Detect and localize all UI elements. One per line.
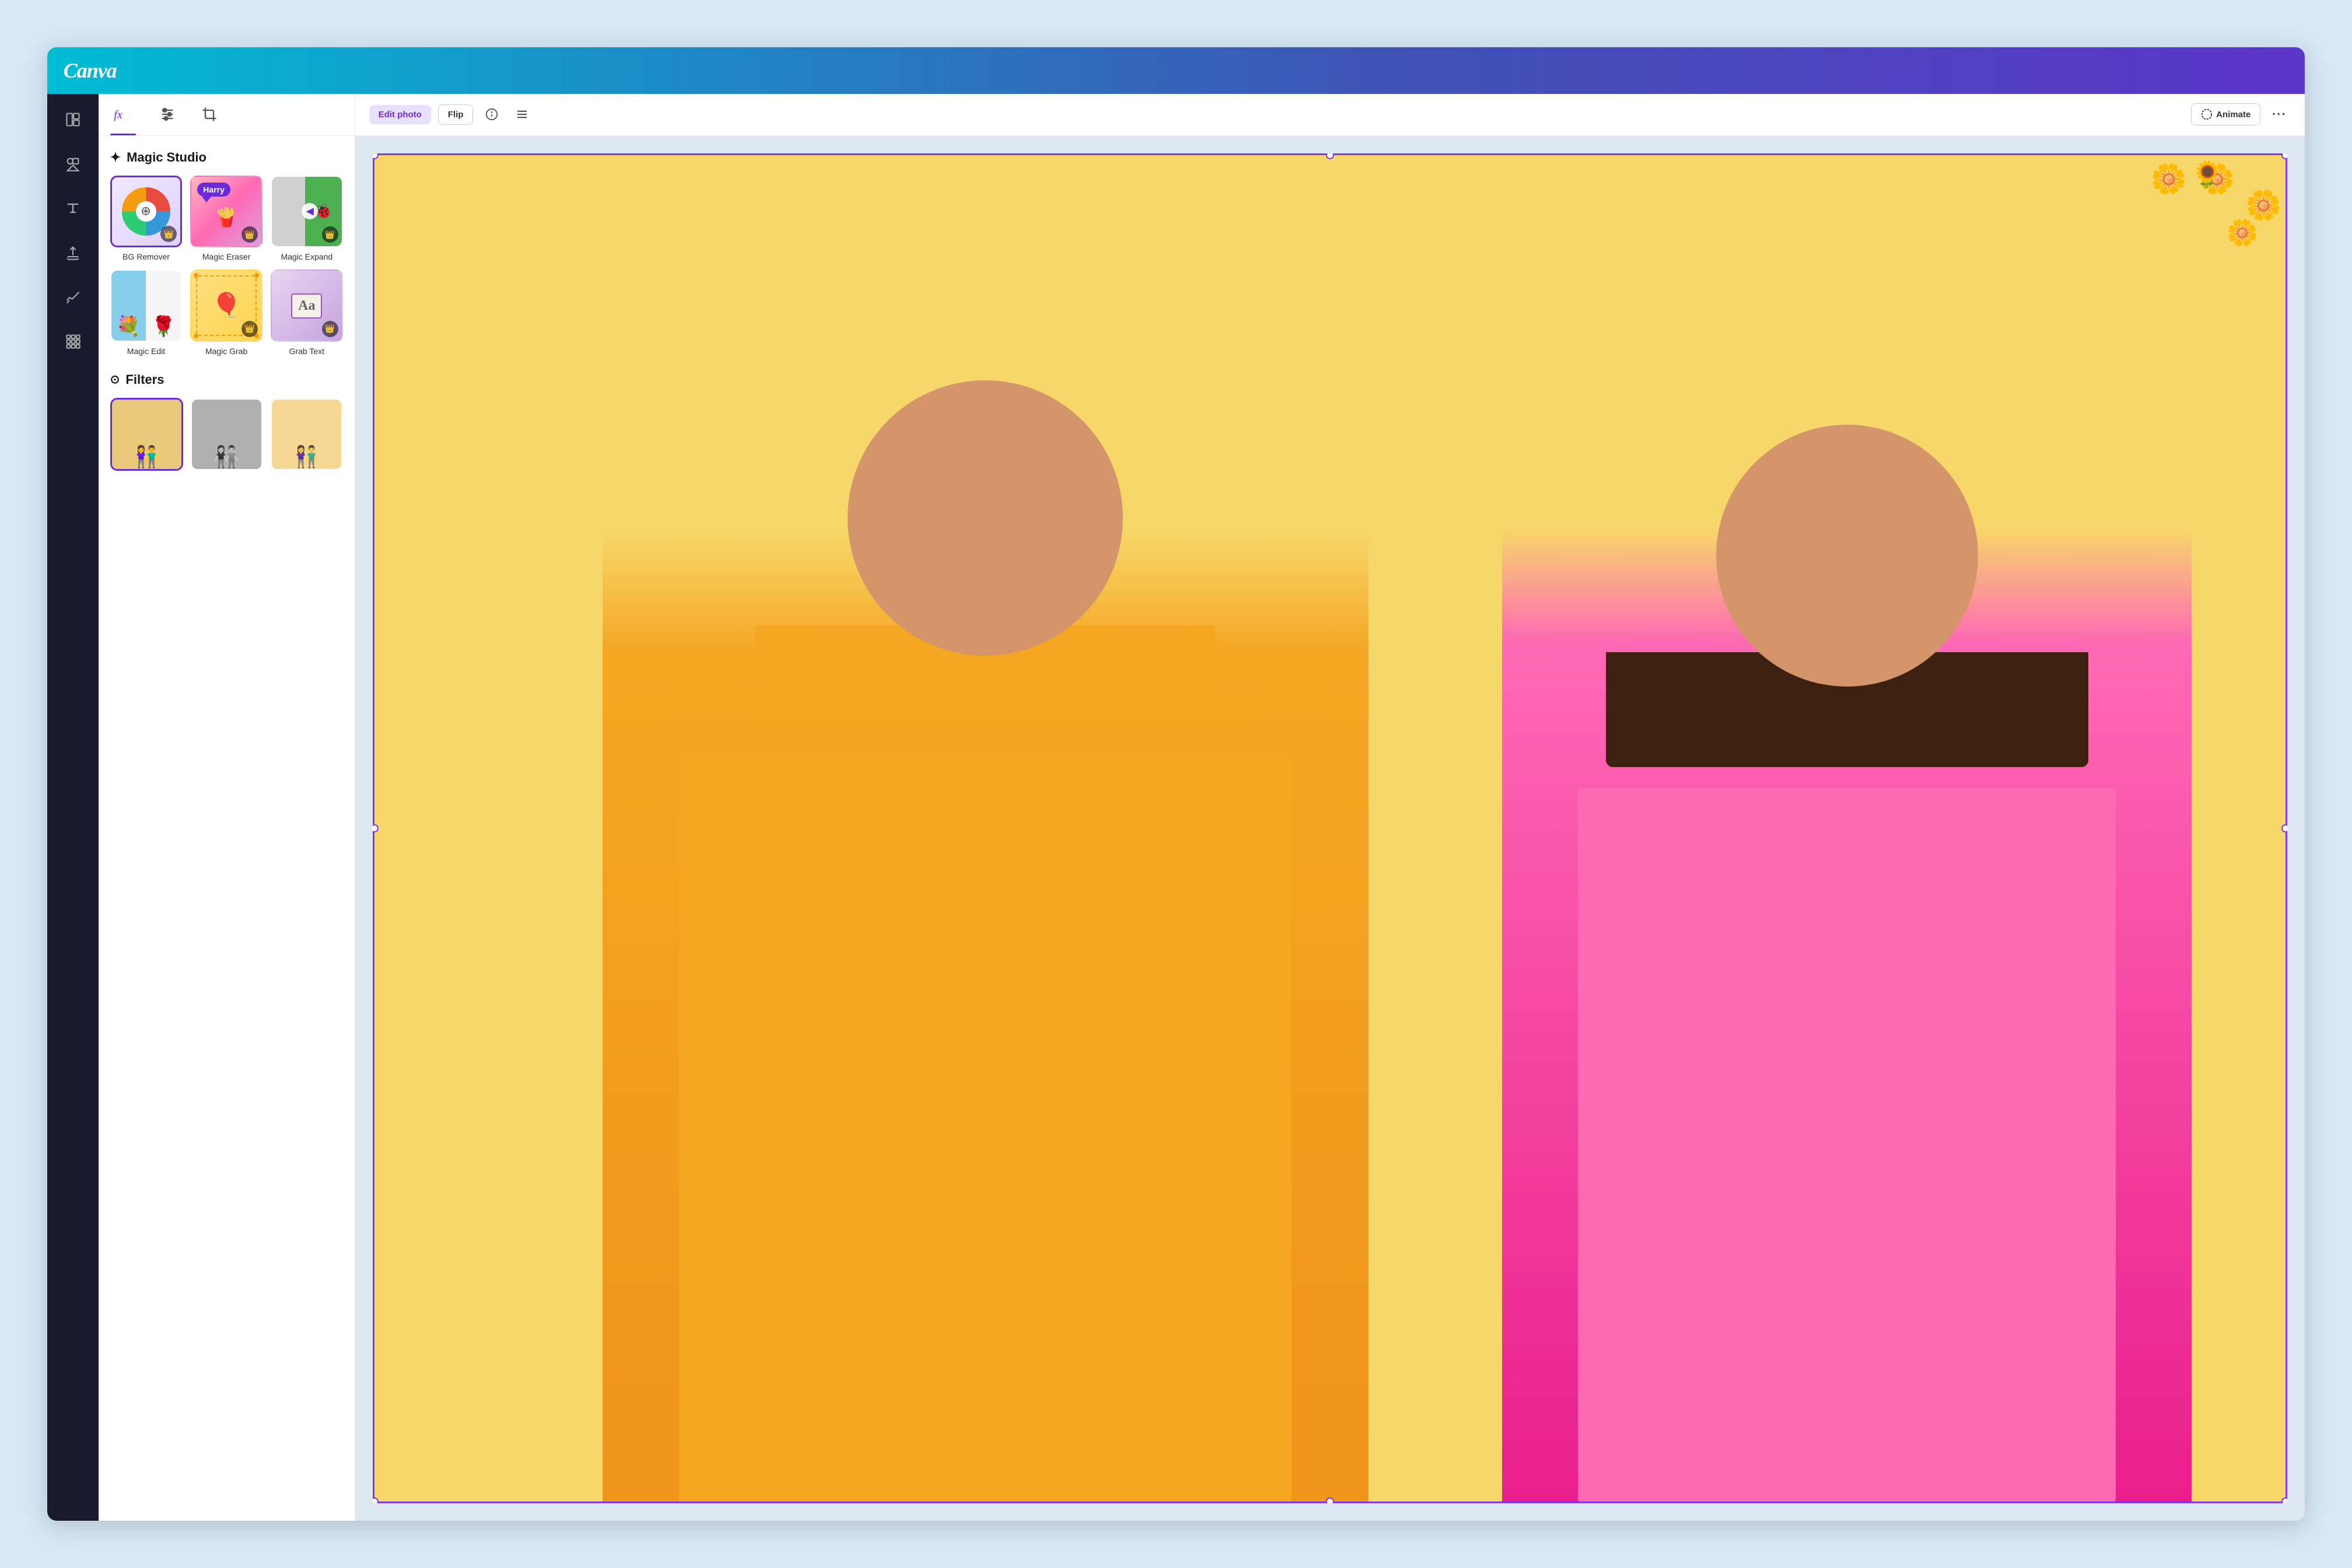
feature-bg-remover[interactable]: 👑 BG Remover	[110, 176, 183, 262]
bg-remover-label: BG Remover	[123, 252, 170, 261]
canvas-frame: 🌼 🌼 🌼 🌼 🌻	[373, 153, 2288, 1504]
feature-magic-edit[interactable]: 💐 🌹 Magic Edit	[110, 270, 183, 356]
feature-magic-eraser[interactable]: Harry 🍟 👑 Magic Eraser	[190, 176, 262, 262]
woman-figure	[1502, 356, 2192, 1504]
crown-badge-grab-text: 👑	[322, 321, 338, 337]
sidebar-item-templates[interactable]	[59, 106, 87, 134]
filters-icon: ⊙	[110, 372, 120, 387]
fries-icon: 🍟	[215, 206, 238, 228]
app-window: Canva	[47, 47, 2305, 1521]
flip-button[interactable]: Flip	[438, 104, 474, 125]
main-area: fx	[47, 94, 2305, 1521]
filter-warm[interactable]: 👫	[270, 398, 343, 471]
hamburger-button[interactable]	[510, 103, 534, 126]
canvas-area: Edit photo Flip	[355, 94, 2305, 1521]
feature-magic-expand[interactable]: 🐞 ◀ 👑 Magic Expand	[271, 176, 343, 262]
magic-expand-label: Magic Expand	[281, 252, 332, 261]
tab-effects[interactable]: fx	[110, 94, 136, 136]
panel-content: ✦ Magic Studio	[99, 136, 355, 1521]
canvas-viewport[interactable]: 🌼 🌼 🌼 🌼 🌻	[355, 136, 2305, 1521]
canva-logo: Canva	[64, 58, 117, 83]
more-options-button[interactable]: ···	[2267, 103, 2291, 126]
info-button[interactable]	[480, 103, 503, 126]
svg-text:fx: fx	[114, 108, 123, 121]
magic-grab-label: Magic Grab	[205, 346, 247, 356]
filters-section: ⊙ Filters 👫 👫	[110, 372, 343, 471]
filter-original[interactable]: 👫	[110, 398, 183, 471]
tool-panel: fx	[99, 94, 355, 1521]
man-figure	[603, 288, 1368, 1503]
tab-crop[interactable]	[199, 94, 220, 136]
canvas-toolbar: Edit photo Flip	[355, 94, 2305, 136]
animate-button[interactable]: Animate	[2191, 103, 2260, 125]
panel-tabs: fx	[99, 94, 355, 136]
sidebar-item-upload[interactable]	[59, 239, 87, 267]
top-bar: Canva	[47, 47, 2305, 94]
grab-text-label: Grab Text	[289, 346, 324, 356]
filter-bw[interactable]: 👫	[190, 398, 263, 471]
feature-grab-text[interactable]: Aa 👑 Grab Text	[271, 270, 343, 356]
filter-preview-people-3: 👫	[293, 444, 320, 469]
sidebar-item-draw[interactable]	[59, 283, 87, 311]
magic-studio-grid: 👑 BG Remover Harry 🍟 👑 Magic Eraser	[110, 176, 343, 356]
magic-studio-heading: ✦ Magic Studio	[110, 150, 343, 165]
icon-sidebar	[47, 94, 99, 1521]
filter-preview-people-2: 👫	[214, 444, 240, 469]
filters-heading: ⊙ Filters	[110, 372, 343, 387]
feature-magic-grab[interactable]: 🎈 🤚 👑 Magic Grab	[190, 270, 262, 356]
edit-photo-button[interactable]: Edit photo	[369, 105, 431, 124]
bg-remover-center-icon	[136, 201, 156, 222]
sidebar-item-apps[interactable]	[59, 327, 87, 355]
tab-adjust[interactable]	[157, 94, 178, 136]
sidebar-item-elements[interactable]	[59, 150, 87, 178]
crown-badge-eraser: 👑	[242, 226, 258, 243]
crown-badge-expand: 👑	[322, 226, 338, 243]
filter-grid: 👫 👫 👫	[110, 398, 343, 471]
crown-badge-grab: 👑	[242, 321, 258, 337]
expand-arrow-icon: ◀	[302, 203, 318, 219]
sparkle-icon: ✦	[110, 150, 121, 165]
sidebar-item-text[interactable]	[59, 194, 87, 222]
filter-preview-people-1: 👫	[134, 444, 160, 469]
magic-edit-label: Magic Edit	[127, 346, 165, 356]
magic-eraser-label: Magic Eraser	[202, 252, 250, 261]
